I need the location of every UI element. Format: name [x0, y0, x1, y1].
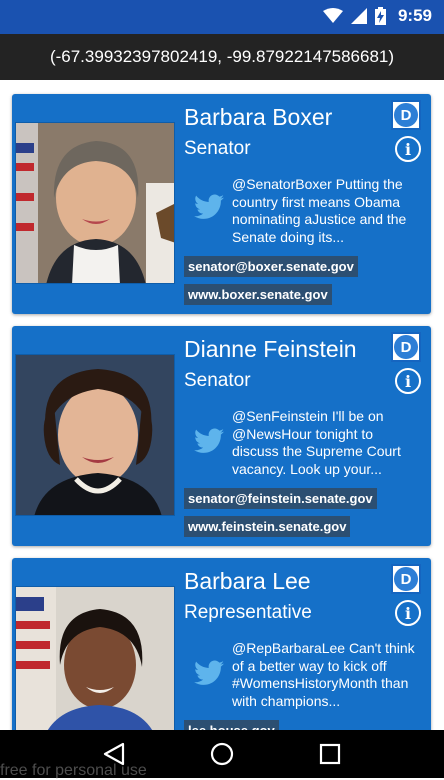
twitter-icon	[194, 194, 224, 219]
portrait-photo	[15, 354, 175, 516]
party-badge: D	[391, 332, 421, 362]
watermark-text: free for personal use	[0, 762, 147, 779]
info-button[interactable]: i	[395, 136, 421, 162]
battery-charging-icon	[374, 7, 386, 25]
representative-name: Barbara Lee	[184, 568, 311, 594]
democrat-icon: D	[394, 567, 418, 591]
representative-role: Senator	[184, 138, 251, 159]
cell-signal-icon	[350, 8, 367, 24]
coordinates-bar: (-67.3993239780241​9, -99.87922147586681…	[0, 34, 444, 80]
email-link[interactable]: lee.house.gov	[184, 720, 279, 730]
info-button[interactable]: i	[395, 368, 421, 394]
website-link[interactable]: www.boxer.senate.gov	[184, 284, 332, 305]
status-icons: 9:59	[322, 6, 432, 26]
representative-card[interactable]: Barbara Lee Representative D i @RepBarba…	[12, 558, 431, 730]
representative-card[interactable]: Barbara Boxer Senator D i @SenatorBoxer …	[12, 94, 431, 314]
latest-tweet[interactable]: @SenatorBoxer Putting the country first …	[232, 176, 422, 246]
email-link[interactable]: senator@feinstein.senate.gov	[184, 488, 377, 509]
representative-name: Dianne Feinstein	[184, 336, 357, 362]
representative-name: Barbara Boxer	[184, 104, 333, 130]
representative-role: Senator	[184, 370, 251, 391]
latest-tweet[interactable]: @SenFeinstein I'll be on @NewsHour tonig…	[232, 408, 422, 478]
home-icon[interactable]	[210, 742, 234, 766]
portrait-photo	[15, 586, 175, 730]
representatives-list[interactable]: Barbara Boxer Senator D i @SenatorBoxer …	[0, 80, 444, 730]
email-link[interactable]: senator@boxer.senate.gov	[184, 256, 358, 277]
democrat-icon: D	[394, 103, 418, 127]
recents-icon[interactable]	[319, 743, 341, 765]
representative-role: Representative	[184, 602, 312, 623]
twitter-icon	[194, 428, 224, 453]
website-link[interactable]: www.feinstein.senate.gov	[184, 516, 351, 537]
democrat-icon: D	[394, 335, 418, 359]
party-badge: D	[391, 564, 421, 594]
party-badge: D	[391, 100, 421, 130]
coordinates-text: (-67.3993239780241​9, -99.87922147586681…	[49, 47, 395, 66]
status-time: 9:59	[397, 6, 432, 25]
info-button[interactable]: i	[395, 600, 421, 626]
status-bar: 9:59	[0, 0, 444, 34]
representative-card[interactable]: Dianne Feinstein Senator D i @SenFeinste…	[12, 326, 431, 546]
portrait-photo	[15, 122, 175, 284]
latest-tweet[interactable]: @RepBarbaraLee Can't think of a better w…	[232, 640, 422, 710]
twitter-icon	[194, 660, 224, 685]
wifi-icon	[322, 8, 343, 23]
